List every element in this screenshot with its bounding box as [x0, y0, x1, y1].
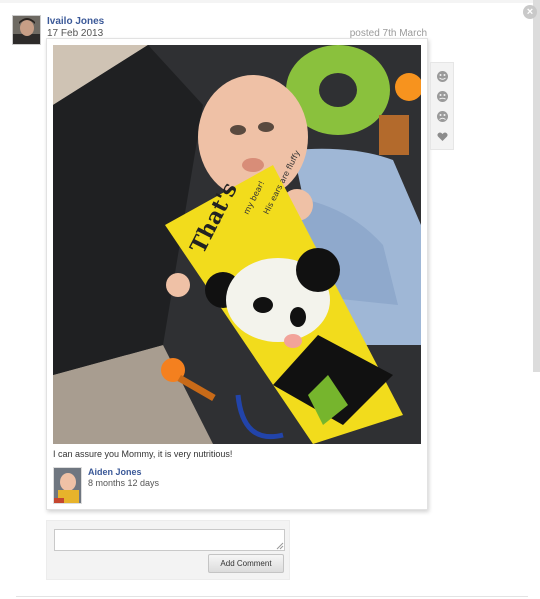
- top-strip: [0, 0, 540, 3]
- close-icon: ×: [526, 6, 534, 18]
- neutral-icon[interactable]: [436, 90, 449, 103]
- resize-grip-icon[interactable]: [276, 542, 284, 550]
- post-caption: I can assure you Mommy, it is very nutri…: [53, 449, 233, 459]
- add-comment-button[interactable]: Add Comment: [208, 554, 284, 573]
- comment-box: Add Comment: [46, 520, 290, 580]
- heart-icon[interactable]: [436, 130, 449, 143]
- post-card: That's my bear! His ears are fluffy I ca…: [46, 38, 428, 510]
- child-avatar[interactable]: [53, 467, 82, 504]
- sad-icon[interactable]: [436, 110, 449, 123]
- post-photo[interactable]: That's my bear! His ears are fluffy: [53, 45, 421, 444]
- child-name[interactable]: Aiden Jones: [88, 467, 142, 477]
- author-avatar[interactable]: [12, 15, 41, 45]
- reaction-bar: [430, 62, 454, 150]
- happy-icon[interactable]: [436, 70, 449, 83]
- child-age: 8 months 12 days: [88, 478, 160, 488]
- comment-input[interactable]: [54, 529, 285, 551]
- divider: [16, 596, 528, 597]
- author-name[interactable]: Ivailo Jones: [47, 16, 104, 27]
- close-button[interactable]: ×: [523, 5, 537, 19]
- overlay-edge: [533, 0, 540, 372]
